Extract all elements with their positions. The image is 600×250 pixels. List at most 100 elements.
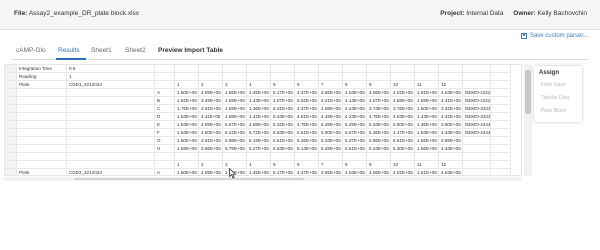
grid-cell[interactable] (439, 153, 463, 161)
grid-cell[interactable]: 1.07E+05 (271, 97, 295, 105)
grid-cell[interactable]: 5.83E+05 (271, 129, 295, 137)
grid-cell[interactable]: 4.53E+05 (391, 113, 415, 121)
grid-cell[interactable] (343, 153, 367, 161)
grid-cell[interactable] (319, 65, 343, 73)
grid-cell[interactable]: 5.24E+05 (367, 145, 391, 153)
grid-cell[interactable]: 1.45E+06 (247, 169, 271, 175)
grid-cell[interactable]: 1.62E+06 (175, 97, 199, 105)
grid-cell[interactable]: Integration Time (17, 65, 67, 73)
grid-cell[interactable] (199, 73, 223, 81)
grid-cell[interactable]: 4.81E+05 (295, 113, 319, 121)
grid-cell[interactable] (67, 153, 155, 161)
grid-cell[interactable] (463, 169, 491, 175)
grid-cell[interactable] (391, 65, 415, 73)
grid-cell[interactable]: 5 (271, 161, 295, 169)
grid-cell[interactable] (491, 153, 511, 161)
grid-cell[interactable] (491, 81, 511, 89)
grid-cell[interactable]: 4.75E+05 (295, 121, 319, 129)
grid-cell[interactable] (491, 169, 511, 175)
grid-cell[interactable] (463, 153, 491, 161)
grid-cell[interactable] (17, 161, 67, 169)
grid-cell[interactable]: 11 (415, 161, 439, 169)
grid-cell[interactable]: 5.34E+05 (367, 121, 391, 129)
grid-cell[interactable]: 4.37E+05 (295, 89, 319, 97)
grid-cell[interactable] (67, 121, 155, 129)
vertical-scroll-thumb[interactable] (525, 70, 531, 114)
row-header-cell[interactable] (5, 145, 17, 153)
assign-plate-block[interactable]: Plate Block (541, 108, 566, 114)
grid-cell[interactable]: 4.04E+05 (343, 89, 367, 97)
grid-cell[interactable] (343, 65, 367, 73)
grid-cell[interactable] (17, 145, 67, 153)
grid-cell[interactable] (491, 73, 511, 81)
row-header-cell[interactable] (5, 161, 17, 169)
grid-cell[interactable] (67, 105, 155, 113)
grid-cell[interactable] (17, 113, 67, 121)
grid-cell[interactable]: 3.91E+05 (199, 137, 223, 145)
grid-cell[interactable]: H (155, 145, 175, 153)
grid-cell[interactable] (415, 153, 439, 161)
grid-cell[interactable]: 9 (367, 81, 391, 89)
grid-cell[interactable]: G (155, 137, 175, 145)
grid-cell[interactable] (463, 73, 491, 81)
grid-cell[interactable]: CDD2_3212024 (67, 169, 155, 175)
grid-cell[interactable] (295, 153, 319, 161)
grid-cell[interactable]: 6.22E+05 (223, 129, 247, 137)
grid-cell[interactable]: 5.02E+05 (295, 97, 319, 105)
grid-cell[interactable]: DEMO-2222 (463, 97, 491, 105)
row-header-cell[interactable] (5, 129, 17, 137)
grid-cell[interactable]: 4.60E+05 (199, 129, 223, 137)
grid-cell[interactable]: 1.59E+06 (415, 97, 439, 105)
grid-cell[interactable]: 1.53E+06 (175, 113, 199, 121)
grid-cell[interactable] (463, 161, 491, 169)
grid-cell[interactable]: 1.43E+06 (247, 97, 271, 105)
grid-cell[interactable] (295, 65, 319, 73)
row-header-cell[interactable] (5, 153, 17, 161)
grid-cell[interactable] (155, 161, 175, 169)
grid-cell[interactable]: 5.49E+05 (319, 145, 343, 153)
grid-cell[interactable] (491, 145, 511, 153)
grid-cell[interactable]: 0.5 (67, 65, 155, 73)
grid-cell[interactable] (17, 137, 67, 145)
grid-cell[interactable]: 4.54E+05 (439, 169, 463, 175)
grid-cell[interactable]: 5.30E+05 (391, 145, 415, 153)
grid-cell[interactable] (271, 73, 295, 81)
grid-cell[interactable]: 6 (295, 161, 319, 169)
grid-cell[interactable] (17, 129, 67, 137)
grid-cell[interactable]: Plate (17, 81, 67, 89)
grid-cell[interactable]: 2 (199, 81, 223, 89)
grid-cell[interactable]: 1.75E+06 (175, 105, 199, 113)
grid-cell[interactable]: 7 (319, 81, 343, 89)
grid-cell[interactable]: E (155, 121, 175, 129)
grid-cell[interactable]: 4.54E+05 (439, 89, 463, 97)
grid-cell[interactable]: 1.42E+06 (247, 113, 271, 121)
grid-cell[interactable] (491, 65, 511, 73)
grid-cell[interactable] (491, 97, 511, 105)
grid-cell[interactable]: 5.51E+05 (343, 145, 367, 153)
grid-cell[interactable] (175, 65, 199, 73)
grid-cell[interactable]: 1.59E+06 (223, 97, 247, 105)
tab-sheet1[interactable]: Sheet1 (91, 47, 112, 54)
grid-cell[interactable]: 3.74E+05 (367, 105, 391, 113)
grid-cell[interactable] (295, 73, 319, 81)
grid-cell[interactable]: 4.98E+05 (247, 121, 271, 129)
grid-cell[interactable]: 4.02E+05 (391, 89, 415, 97)
grid-cell[interactable]: 7 (319, 161, 343, 169)
assign-field-value[interactable]: Field Value (541, 82, 566, 88)
grid-cell[interactable]: 4.31E+05 (439, 97, 463, 105)
grid-cell[interactable]: 1.55E+06 (415, 137, 439, 145)
grid-cell[interactable] (367, 65, 391, 73)
grid-cell[interactable]: 1.58E+06 (175, 145, 199, 153)
grid-cell[interactable] (415, 73, 439, 81)
horizontal-scrollbar[interactable] (4, 177, 522, 181)
grid-cell[interactable]: 4.09E+05 (199, 169, 223, 175)
grid-cell[interactable]: 3.85E+05 (319, 169, 343, 175)
grid-cell[interactable]: 5.33E+05 (319, 137, 343, 145)
grid-cell[interactable] (367, 73, 391, 81)
grid-cell[interactable]: DEMO-2222 (463, 89, 491, 97)
grid-cell[interactable]: 5.86E+05 (367, 137, 391, 145)
grid-cell[interactable]: 3.32E+05 (439, 105, 463, 113)
grid-cell[interactable] (491, 121, 511, 129)
grid-cell[interactable]: 1.56E+06 (415, 145, 439, 153)
grid-cell[interactable] (155, 81, 175, 89)
